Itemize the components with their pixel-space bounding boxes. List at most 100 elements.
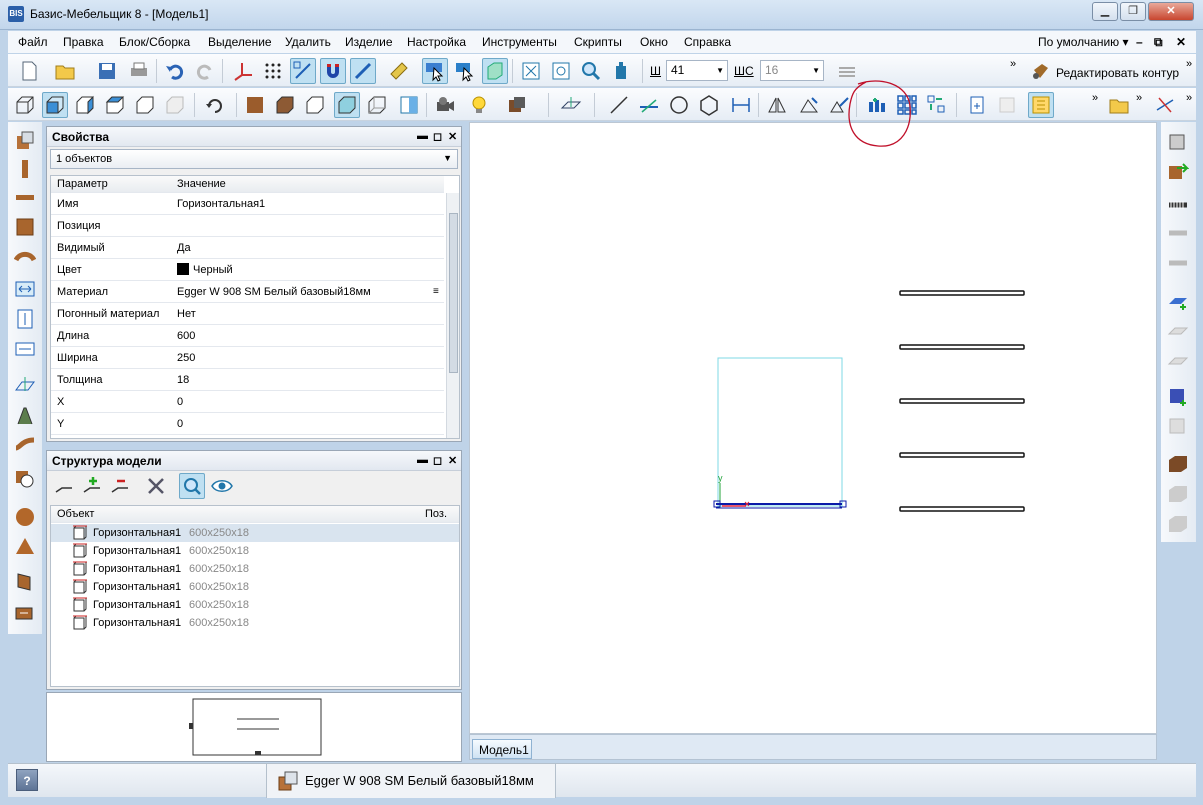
screw-icon[interactable]	[1165, 192, 1191, 218]
vertical-panel-icon[interactable]	[12, 156, 38, 182]
view-left-icon[interactable]	[72, 92, 98, 118]
table-row[interactable]: Позиция	[51, 215, 444, 237]
prop-value[interactable]: 0	[177, 418, 183, 430]
menu-select[interactable]: Выделение	[208, 35, 272, 49]
menu-help[interactable]: Справка	[684, 35, 731, 49]
panel-close-icon[interactable]: ✕	[448, 454, 457, 467]
plane-icon[interactable]	[558, 92, 584, 118]
camera-icon[interactable]	[432, 92, 458, 118]
menu-delete[interactable]: Удалить	[285, 35, 331, 49]
workspace-select[interactable]: По умолчанию ▾	[1030, 31, 1137, 53]
stretch-v-icon[interactable]	[12, 306, 38, 332]
draw-polygon-icon[interactable]	[696, 92, 722, 118]
render-wireframe-icon[interactable]	[364, 92, 390, 118]
box-select-icon[interactable]	[482, 58, 508, 84]
properties-scrollbar[interactable]	[446, 193, 459, 438]
drawer-icon[interactable]	[12, 598, 38, 624]
view-iso-icon[interactable]	[132, 92, 158, 118]
overflow-chevron-icon-2[interactable]: »	[1186, 58, 1192, 70]
ruler-icon[interactable]	[386, 58, 412, 84]
front-panel-icon[interactable]	[12, 214, 38, 240]
tab-model1[interactable]: Модель1	[472, 739, 532, 759]
maximize-button[interactable]: ❐	[1120, 2, 1146, 21]
folder-icon[interactable]	[1106, 92, 1132, 118]
menu-settings[interactable]: Настройка	[407, 35, 466, 49]
groove-remove-icon[interactable]	[1165, 414, 1191, 440]
menu-block[interactable]: Блок/Сборка	[119, 35, 190, 49]
mdi-close-icon[interactable]: ✕	[1176, 35, 1186, 49]
table-row[interactable]: Погонный материал Нет	[51, 303, 444, 325]
edit-contour-label[interactable]: Редактировать контур	[1056, 66, 1179, 80]
overflow-chevron-icon-4[interactable]: »	[1136, 92, 1142, 104]
table-row[interactable]: Длина 600	[51, 325, 444, 347]
ellipsis-icon[interactable]: ≡	[433, 286, 439, 297]
distribute-icon[interactable]	[924, 92, 950, 118]
panel-tool-icon[interactable]	[12, 128, 38, 154]
menu-file[interactable]: Файл	[18, 35, 48, 49]
render-flat-icon[interactable]	[302, 92, 328, 118]
menu-window[interactable]: Окно	[640, 35, 668, 49]
draw-circle-icon[interactable]	[666, 92, 692, 118]
tree-item[interactable]: Горизонтальная1 600x250x18	[51, 542, 459, 560]
panel-float-icon[interactable]: ◻	[433, 130, 442, 143]
rotate-object-icon[interactable]	[796, 92, 822, 118]
line-tool-icon[interactable]	[350, 58, 376, 84]
zoom-icon[interactable]	[578, 58, 604, 84]
table-row[interactable]: Толщина 18	[51, 369, 444, 391]
object-count-select[interactable]: 1 объектов ▼	[50, 149, 458, 169]
panel-minimize-icon[interactable]: ▬	[417, 130, 428, 142]
coordinate-axes-icon[interactable]	[230, 58, 256, 84]
edit-contour-icon[interactable]	[1028, 58, 1054, 84]
overflow-chevron-icon-3[interactable]: »	[1092, 92, 1098, 104]
table-row[interactable]: Имя Горизонтальная1	[51, 193, 444, 215]
menu-tools[interactable]: Инструменты	[482, 35, 557, 49]
pan-icon[interactable]	[608, 58, 634, 84]
view-front-icon[interactable]	[42, 92, 68, 118]
zoom-all-icon[interactable]	[518, 58, 544, 84]
tree-item[interactable]: Горизонтальная1 600x250x18	[51, 524, 459, 542]
tree-item[interactable]: Горизонтальная1 600x250x18	[51, 614, 459, 632]
menu-edit[interactable]: Правка	[63, 35, 104, 49]
dimension-icon[interactable]	[728, 92, 754, 118]
horizontal-panel-icon[interactable]	[12, 184, 38, 210]
plane-cut-icon[interactable]	[12, 372, 38, 398]
zoom-window-icon[interactable]	[548, 58, 574, 84]
magnet-icon[interactable]	[320, 58, 346, 84]
split-view-icon[interactable]	[396, 92, 422, 118]
open-folder-icon[interactable]	[52, 58, 78, 84]
cutout-edit-icon[interactable]	[1165, 480, 1191, 506]
drawing-viewport[interactable]: y	[469, 122, 1157, 734]
overflow-chevron-icon[interactable]: »	[1010, 58, 1016, 70]
cutout-icon[interactable]	[1165, 450, 1191, 476]
tree-collapse-icon[interactable]	[51, 473, 77, 499]
prop-value[interactable]: Egger W 908 SM Белый базовый18мм	[177, 286, 371, 298]
redo-icon[interactable]	[192, 58, 218, 84]
table-row[interactable]: Цвет Черный	[51, 259, 444, 281]
light-bulb-icon[interactable]	[466, 92, 492, 118]
prop-value[interactable]: Горизонтальная1	[177, 198, 265, 210]
mdi-minimize-icon[interactable]: –	[1136, 35, 1143, 49]
grid-step-combo[interactable]: 16 ▼	[760, 60, 824, 81]
panel-float-icon[interactable]: ◻	[433, 454, 442, 467]
rotate-view-icon[interactable]	[202, 92, 228, 118]
close-button[interactable]: ✕	[1148, 2, 1194, 21]
object-snap-icon[interactable]	[290, 58, 316, 84]
select-cursor-icon[interactable]	[422, 58, 448, 84]
render-edges-icon[interactable]	[334, 92, 360, 118]
menu-scripts[interactable]: Скрипты	[574, 35, 622, 49]
groove-add-icon[interactable]	[1165, 384, 1191, 410]
snap-angle-icon[interactable]	[1152, 92, 1178, 118]
tree-item[interactable]: Горизонтальная1 600x250x18	[51, 596, 459, 614]
tree-item[interactable]: Горизонтальная1 600x250x18	[51, 560, 459, 578]
save-icon[interactable]	[94, 58, 120, 84]
help-button[interactable]: ?	[16, 769, 38, 791]
prop-value[interactable]: 18	[177, 374, 189, 386]
tree-find-icon[interactable]	[179, 473, 205, 499]
screw-add-icon[interactable]	[1165, 222, 1191, 248]
menu-product[interactable]: Изделие	[345, 35, 393, 49]
table-row[interactable]: X0	[51, 391, 444, 413]
print-icon[interactable]	[126, 58, 152, 84]
add-disabled-icon[interactable]	[994, 92, 1020, 118]
tree-item[interactable]: Горизонтальная1 600x250x18	[51, 578, 459, 596]
grid-snap-icon[interactable]	[260, 58, 286, 84]
